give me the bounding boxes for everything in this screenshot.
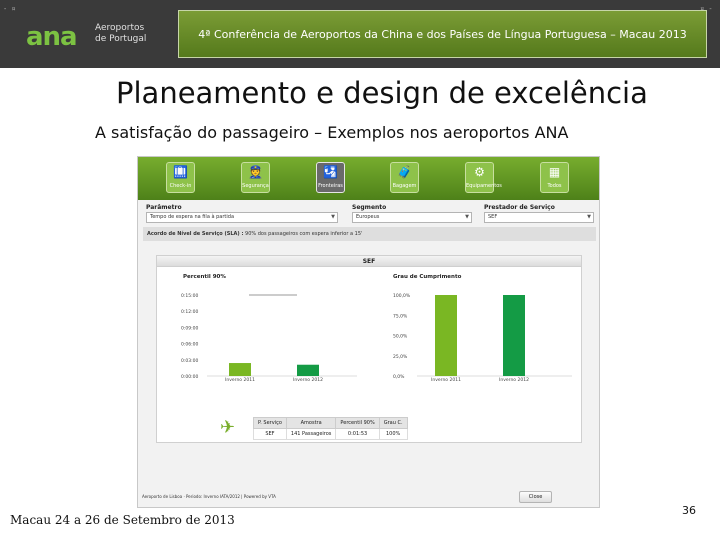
chevron-down-icon: ▼ xyxy=(331,214,335,220)
parametro-value: Tempo de espera na fila à partida xyxy=(150,214,235,220)
baggage-icon: 🧳 xyxy=(397,165,412,179)
tile-fronteiras[interactable]: 🛂 Fronteiras xyxy=(316,162,345,193)
prestador-value: SEF xyxy=(488,214,498,220)
tile-label: Bagagem xyxy=(392,183,417,189)
table-cell: 0:01:53 xyxy=(335,428,380,440)
y-tick-label: 25,0% xyxy=(393,354,408,360)
y-tick-label: 50,0% xyxy=(393,334,408,340)
chart-title: Grau de Cumprimento xyxy=(393,274,462,280)
sla-value: 90% dos passageiros com espera inferior … xyxy=(245,231,363,237)
table-cell: 100% xyxy=(378,428,408,440)
conference-title: 4ª Conferência de Aeroportos da China e … xyxy=(198,28,687,41)
y-tick-label: 0:09:00 xyxy=(181,325,198,331)
slide: - ¤ ¤ - ana Aeroportos de Portugal 4ª Co… xyxy=(0,0,720,540)
percentile-chart: Percentil 90% 0:15:00 0:12:00 0:09:00 0:06:0… xyxy=(181,274,357,383)
prestador-label: Prestador de Serviço xyxy=(484,204,555,211)
segmento-label: Segmento xyxy=(352,204,387,211)
tile-label: Fronteiras xyxy=(318,183,343,189)
airplane-icon: ✈ xyxy=(220,417,236,438)
chevron-down-icon: ▼ xyxy=(587,214,591,220)
tile-label: Equipamentos xyxy=(466,183,502,189)
tile-check-in[interactable]: 🛄 Check-in xyxy=(166,162,195,193)
page-number: 36 xyxy=(682,504,696,517)
results-panel: SEF Percentil 90% 0:15:00 0:12:00 0:09:00 0:… xyxy=(156,255,582,443)
x-tick-label: Inverno 2012 xyxy=(499,377,529,383)
tile-seguranca[interactable]: 👮 Segurança xyxy=(241,162,270,193)
conference-banner: 4ª Conferência de Aeroportos da China e … xyxy=(178,10,707,58)
app-screenshot: 🛄 Check-in 👮 Segurança 🛂 Fronteiras 🧳 Ba… xyxy=(137,156,600,508)
header-bar: - ¤ ¤ - ana Aeroportos de Portugal 4ª Co… xyxy=(0,0,720,68)
y-tick-label: 0,0% xyxy=(393,374,405,380)
y-tick-label: 75,0% xyxy=(393,313,408,319)
chart-title: Percentil 90% xyxy=(183,274,226,280)
security-icon: 👮 xyxy=(248,165,263,179)
y-tick-label: 0:00:00 xyxy=(181,374,198,380)
tile-equipamentos[interactable]: ⚙ Equipamentos xyxy=(465,162,502,193)
app-footer: Aeroporto de Lisboa · Periodo: Inverno I… xyxy=(142,494,276,499)
tile-label: Check-in xyxy=(169,183,192,189)
bar xyxy=(503,295,525,376)
logo-tagline: Aeroportos de Portugal xyxy=(95,23,147,44)
y-tick-label: 100,0% xyxy=(393,293,411,299)
column-header: Percentil 90% xyxy=(335,417,380,429)
compliance-chart: Grau de Cumprimento 100,0% 75,0% 50,0% 25,0%… xyxy=(393,274,572,383)
slide-title: Planeamento e design de excelência xyxy=(116,76,648,110)
table-header-row: P. Serviço Amostra Percentil 90% Grau C. xyxy=(253,417,408,429)
sla-bar: Acordo de Nível de Serviço (SLA) : 90% d… xyxy=(143,227,596,241)
tile-todos[interactable]: ▦ Todos xyxy=(540,162,569,193)
y-tick-label: 0:12:00 xyxy=(181,309,198,315)
tile-label: Todos xyxy=(547,183,562,189)
table-cell: 141 Passageiros xyxy=(285,428,337,440)
passport-icon: 🛂 xyxy=(323,165,338,179)
chevron-down-icon: ▼ xyxy=(465,214,469,220)
tile-label: Segurança xyxy=(242,183,269,189)
table-row: SEF 141 Passageiros 0:01:53 100% xyxy=(253,428,408,440)
x-tick-label: Inverno 2011 xyxy=(225,377,255,383)
segmento-value: Europeus xyxy=(356,214,380,220)
y-tick-label: 0:06:00 xyxy=(181,342,198,348)
equipment-icon: ⚙ xyxy=(474,165,485,179)
tile-bagagem[interactable]: 🧳 Bagagem xyxy=(390,162,419,193)
x-tick-label: Inverno 2011 xyxy=(431,377,461,383)
panel-title: SEF xyxy=(157,256,581,267)
check-in-icon: 🛄 xyxy=(173,165,188,179)
category-toolbar: 🛄 Check-in 👮 Segurança 🛂 Fronteiras 🧳 Ba… xyxy=(138,157,599,200)
y-tick-label: 0:15:00 xyxy=(181,293,198,299)
bar xyxy=(297,364,319,376)
slide-subtitle: A satisfação do passageiro – Exemplos no… xyxy=(95,123,569,142)
parametro-select[interactable]: Tempo de espera na fila à partida ▼ xyxy=(146,212,338,223)
bar xyxy=(229,363,251,376)
column-header: Amostra xyxy=(285,417,337,429)
summary-table: P. Serviço Amostra Percentil 90% Grau C.… xyxy=(253,417,408,440)
x-tick-label: Inverno 2012 xyxy=(293,377,323,383)
ana-logo: ana xyxy=(26,22,78,52)
all-icon: ▦ xyxy=(548,165,561,179)
bar xyxy=(435,295,457,376)
parametro-label: Parâmetro xyxy=(146,204,182,211)
prestador-select[interactable]: SEF ▼ xyxy=(484,212,594,223)
segmento-select[interactable]: Europeus ▼ xyxy=(352,212,472,223)
column-header: Grau C. xyxy=(378,417,408,429)
close-button[interactable]: Close xyxy=(519,491,552,503)
column-header: P. Serviço xyxy=(253,417,287,429)
y-tick-label: 0:03:00 xyxy=(181,358,198,364)
corner-mark: - ¤ xyxy=(3,5,16,13)
sla-label: Acordo de Nível de Serviço (SLA) : xyxy=(147,231,244,237)
event-date: Macau 24 a 26 de Setembro de 2013 xyxy=(10,513,235,527)
table-cell: SEF xyxy=(253,428,287,440)
